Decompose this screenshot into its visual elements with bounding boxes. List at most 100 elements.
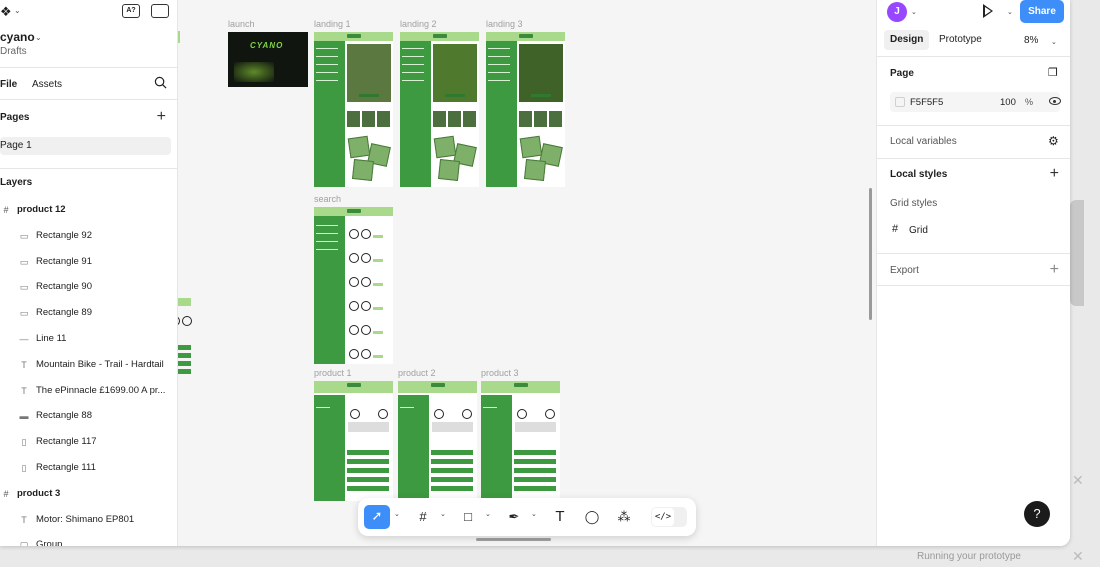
chevron-down-icon[interactable]: ⌄ [1007,8,1013,16]
sidebar-toggle-icon[interactable] [151,4,169,18]
layer-row[interactable]: ▭ Rectangle 92 [0,224,178,248]
frame-landing-3[interactable] [486,32,565,187]
horizontal-scrollbar[interactable] [476,538,551,541]
frame-label-product-1[interactable]: product 1 [314,368,352,378]
frame-label-landing-1[interactable]: landing 1 [314,19,351,29]
share-button[interactable]: Share [1020,0,1064,23]
launch-logo: CYANO [250,41,284,50]
page-item[interactable]: Page 1 [0,137,171,155]
page-background-row[interactable]: F5F5F5 100 % [890,92,1060,112]
layer-row[interactable]: — Line 11 [0,327,178,351]
tab-file[interactable]: File [0,79,17,90]
layer-name: Rectangle 89 [36,307,92,319]
text-tool-button[interactable]: T [549,506,571,528]
tab-assets[interactable]: Assets [32,79,62,90]
play-icon-inner [985,7,991,15]
frame-launch[interactable]: CYANO [228,32,308,87]
layer-row[interactable]: ▭ Rectangle 91 [0,250,178,274]
layer-name: Rectangle 117 [36,436,97,448]
layer-row[interactable]: ▬ Rectangle 88 [0,404,178,428]
grid-styles-label: Grid styles [890,198,938,209]
move-tool-button[interactable]: ➚ [364,505,390,529]
layer-row[interactable]: T Mountain Bike - Trail - Hardtail [0,353,178,377]
layer-row[interactable]: # product 3 [0,482,178,506]
layer-row[interactable]: ▭ Rectangle 90 [0,275,178,299]
color-swatch[interactable] [895,97,905,107]
layer-row[interactable]: T The ePinnacle £1699.00 A pr... [0,379,178,403]
chevron-down-icon[interactable]: ⌄ [14,6,21,15]
page-styles-icon[interactable]: ❐ [1048,66,1058,79]
layer-name: Motor: Shimano EP801 [36,513,135,525]
add-page-icon[interactable]: + [157,109,166,125]
close-icon[interactable]: ✕ [1072,472,1084,489]
export-label: Export [890,265,919,276]
vertical-scrollbar[interactable] [869,188,872,320]
avatar[interactable]: J [887,2,907,22]
tab-prototype[interactable]: Prototype [933,30,988,50]
frame-label-landing-3[interactable]: landing 3 [486,19,523,29]
comment-tool-button[interactable]: ◯ [581,506,603,528]
figma-logo-icon[interactable]: ❖ [0,4,12,20]
line-layer-icon: — [19,334,29,344]
frame-label-product-3[interactable]: product 3 [481,368,519,378]
chevron-down-icon[interactable]: ⌄ [394,510,400,518]
rect-layer-icon: ▭ [19,308,29,319]
layer-row[interactable]: ▢ Group [0,533,178,546]
close-icon[interactable]: ✕ [1072,548,1084,565]
eye-icon[interactable] [1049,97,1061,105]
layer-row[interactable]: # product 12 [0,198,178,222]
chevron-down-icon[interactable]: ⌄ [911,8,917,16]
chevron-down-icon[interactable]: ⌄ [440,510,446,518]
rect-layer-icon: ▬ [19,411,29,422]
frame-label-search[interactable]: search [314,194,341,204]
actions-tool-button[interactable]: ⁂ [613,506,635,528]
layer-name: Rectangle 111 [36,462,96,473]
frame-landing-2[interactable] [400,32,479,187]
tab-design[interactable]: Design [884,30,930,50]
local-variables-label[interactable]: Local variables [890,136,957,147]
frame-layer-icon: # [3,205,9,215]
grid-style-item[interactable]: Grid [909,225,928,236]
layer-name: product 12 [17,204,66,215]
shape-tool-button[interactable]: □ [457,506,479,528]
grid-icon: # [892,223,899,235]
canvas[interactable]: launch CYANO landing 1 landing 2 landing… [178,0,876,546]
dev-mode-toggle[interactable]: </> [651,507,687,527]
layers-heading: Layers [0,177,33,188]
font-icon[interactable]: A? [122,4,140,18]
frame-search[interactable] [314,207,393,364]
pen-tool-button[interactable]: ✒ [503,506,525,528]
chevron-down-icon[interactable]: ⌄ [531,510,537,518]
layer-row[interactable]: ▭ Rectangle 89 [0,301,178,325]
layer-name: Rectangle 90 [36,281,92,293]
layer-row[interactable]: ▯ Rectangle 111 [0,456,178,480]
frame-product-1[interactable] [314,381,393,501]
zoom-level[interactable]: 8% [1024,35,1038,46]
add-export-icon[interactable]: + [1050,262,1059,278]
file-name[interactable]: cyano [0,30,35,44]
variables-settings-icon[interactable]: ⚙ [1048,134,1059,148]
layer-row[interactable]: T Motor: Shimano EP801 [0,508,178,532]
add-style-icon[interactable]: + [1050,166,1059,182]
page-bg-opacity[interactable]: 100 [1000,97,1016,108]
offscreen-frame-fragment[interactable] [178,298,192,380]
frame-product-2[interactable] [398,381,477,501]
frame-product-3[interactable] [481,381,560,501]
frame-label-launch[interactable]: launch [228,19,255,29]
layer-name: Mountain Bike - Trail - Hardtail [36,358,164,370]
right-panel: J ⌄ ⌄ Share Design Prototype 8% ⌄ Page ❐… [876,0,1070,546]
layer-row[interactable]: ▯ Rectangle 117 [0,430,178,454]
frame-landing-1[interactable] [314,32,393,187]
chevron-down-icon[interactable]: ⌄ [35,33,42,42]
frame-label-landing-2[interactable]: landing 2 [400,19,437,29]
help-button[interactable]: ? [1024,501,1050,527]
page-bg-hex[interactable]: F5F5F5 [910,97,943,108]
figma-window: ❖ ⌄ A? cyano ⌄ Drafts File Assets Pages … [0,0,1070,546]
frame-tool-button[interactable]: # [412,506,434,528]
chevron-down-icon[interactable]: ⌄ [1051,38,1057,46]
group-layer-icon: ▢ [19,540,29,546]
frame-label-product-2[interactable]: product 2 [398,368,436,378]
percent-sign: % [1025,97,1034,107]
search-icon[interactable] [154,76,167,89]
chevron-down-icon[interactable]: ⌄ [485,510,491,518]
